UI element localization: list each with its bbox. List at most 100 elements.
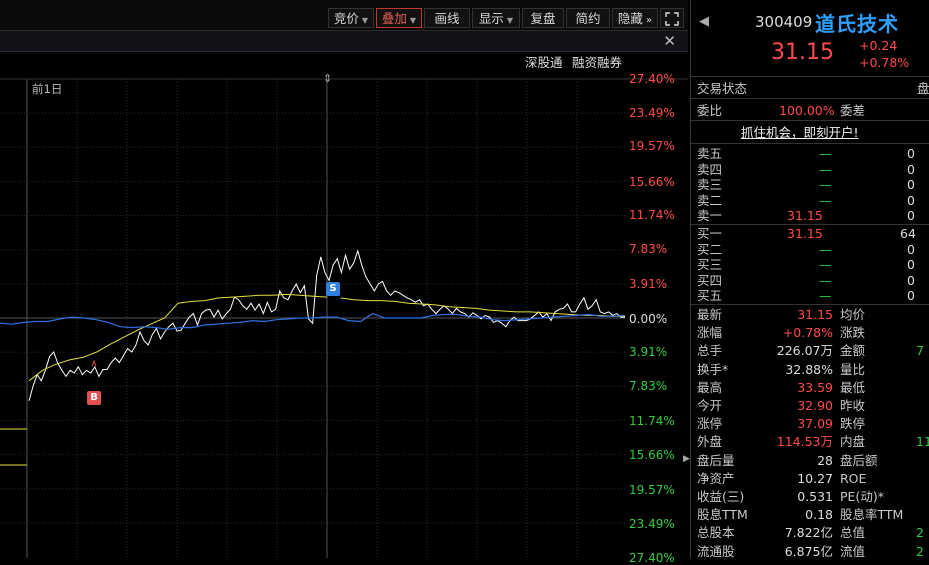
auction-label: 竞价 xyxy=(333,11,359,26)
stat-value: 7.822亿 xyxy=(784,525,833,541)
stock-code: 300409 xyxy=(755,13,813,31)
pct-label-down: 11.74% xyxy=(629,414,675,428)
price-change-pct: +0.78% xyxy=(859,55,910,70)
trade-status-label: 交易状态 xyxy=(697,81,748,96)
stat-value-right: 11 xyxy=(916,434,929,450)
stat-value: 28 xyxy=(817,452,833,468)
divider xyxy=(691,98,929,99)
display-button[interactable]: 显示 ▼ xyxy=(472,8,520,28)
stat-value: 33.59 xyxy=(797,379,833,395)
stat-label-right: 量比 xyxy=(840,361,866,377)
intraday-chart xyxy=(0,78,688,558)
prev-day-label: 前1日 xyxy=(32,82,63,96)
stat-label-right: 昨收 xyxy=(840,398,866,413)
shenzhen-connect-link[interactable]: 深股通 xyxy=(525,56,563,69)
stat-value: 37.09 xyxy=(797,416,833,432)
bid-volume: 0 xyxy=(907,272,915,288)
fullscreen-icon xyxy=(665,12,679,26)
pct-label-down: 3.91% xyxy=(629,345,668,359)
pct-label-up: 7.83% xyxy=(629,242,668,256)
pct-label-down: 27.40% xyxy=(629,551,675,565)
pct-label-zero: 0.00% xyxy=(629,312,668,326)
pct-label-up: 27.40% xyxy=(629,72,675,86)
stat-value: 6.875亿 xyxy=(784,543,833,559)
auction-button[interactable]: 竞价 ▼ xyxy=(328,8,374,28)
bid-level-label: 买四 xyxy=(697,272,723,288)
ask-level-label: 卖五 xyxy=(697,146,723,161)
draw-line-button[interactable]: 画线 xyxy=(424,8,470,28)
stat-label-right: 流值 xyxy=(840,543,866,559)
bid-price: — xyxy=(819,288,832,303)
stat-value: 0.18 xyxy=(805,507,833,523)
pct-label-up: 23.49% xyxy=(629,106,675,120)
divider xyxy=(691,143,929,144)
stat-label-right: 金额 xyxy=(840,343,866,359)
divider xyxy=(691,120,929,121)
open-account-link[interactable]: 抓住机会，即刻开户! xyxy=(741,124,859,141)
stat-value-right: 2 xyxy=(916,525,924,541)
stat-label-right: 股息率TTM xyxy=(840,507,904,523)
bid-level-label: 买五 xyxy=(697,288,723,303)
drag-handle-icon[interactable]: ⇕ xyxy=(323,73,332,85)
stat-label-right: 内盘 xyxy=(840,434,866,450)
ask-volume: 0 xyxy=(907,177,915,192)
stock-name: 道氏技术 xyxy=(815,12,899,36)
stat-label-right: 涨跌 xyxy=(840,325,866,341)
chevron-down-icon: ▼ xyxy=(361,16,369,25)
stat-label-right: 跌停 xyxy=(840,416,866,432)
bid-volume: 0 xyxy=(907,241,915,257)
sell-marker[interactable]: S xyxy=(326,282,340,296)
stat-value: 31.15 xyxy=(797,307,833,322)
weibi-label: 委比 xyxy=(697,103,723,118)
weibi-value: 100.00% xyxy=(779,103,835,118)
stat-label-right: ROE xyxy=(840,470,867,486)
back-icon[interactable]: ◀ xyxy=(699,14,709,29)
bid-level-label: 买三 xyxy=(697,257,723,272)
bid-price: — xyxy=(819,241,832,257)
chevron-down-icon: ▼ xyxy=(409,16,417,25)
display-label: 显示 xyxy=(478,11,504,26)
bid-level-label: 买一 xyxy=(697,226,723,241)
bid-price: 31.15 xyxy=(787,226,823,241)
ask-price: — xyxy=(819,146,832,161)
stat-value: 114.53万 xyxy=(776,434,833,450)
simple-mode-button[interactable]: 简约 xyxy=(566,8,610,28)
price-change: +0.24 xyxy=(859,38,898,53)
bid-volume: 0 xyxy=(907,288,915,303)
trade-status-value: 盘 xyxy=(917,81,929,96)
pct-label-down: 23.49% xyxy=(629,517,675,531)
stat-label-right: 总值 xyxy=(840,525,866,541)
close-icon[interactable]: ✕ xyxy=(663,32,676,50)
divider xyxy=(691,224,929,225)
weicha-label: 委差 xyxy=(840,103,866,118)
stat-label-right: 盘后额 xyxy=(840,452,878,468)
ask-price: 31.15 xyxy=(787,208,823,223)
ask-volume: 0 xyxy=(907,192,915,208)
last-price: 31.15 xyxy=(771,40,834,65)
replay-button[interactable]: 复盘 xyxy=(522,8,564,28)
margin-trading-link[interactable]: 融资融券 xyxy=(572,56,622,69)
chevron-down-icon: ▼ xyxy=(506,16,514,25)
stat-label-right: PE(动)* xyxy=(840,489,884,504)
buy-marker[interactable]: B xyxy=(87,391,101,405)
quote-panel: ◀ 300409 道氏技术 31.15 +0.24 +0.78% 交易状态 盘 … xyxy=(690,0,929,559)
divider xyxy=(691,76,929,77)
stat-value: 10.27 xyxy=(797,470,833,486)
pct-label-up: 3.91% xyxy=(629,277,668,291)
double-chevron-right-icon: » xyxy=(645,15,653,26)
avg-line-morning xyxy=(28,293,328,382)
simple-mode-label: 简约 xyxy=(575,11,601,26)
stat-value-right: 7 xyxy=(916,343,924,359)
bid-price: — xyxy=(819,257,832,272)
ask-price: — xyxy=(819,177,832,192)
fullscreen-button[interactable] xyxy=(660,8,684,28)
collapse-arrow-icon[interactable]: ▶ xyxy=(683,448,690,470)
ask-level-label: 卖一 xyxy=(697,208,723,223)
chart-toolbar: 竞价 ▼ 叠加 ▼ 画线 显示 ▼ 复盘 简约 隐藏» xyxy=(0,0,688,31)
pct-label-down: 15.66% xyxy=(629,448,675,462)
hide-button[interactable]: 隐藏» xyxy=(612,8,658,28)
pct-label-up: 15.66% xyxy=(629,175,675,189)
buy-tick-mark xyxy=(91,359,97,367)
overlay-button[interactable]: 叠加 ▼ xyxy=(376,8,422,28)
stat-value: 0.531 xyxy=(797,489,833,504)
